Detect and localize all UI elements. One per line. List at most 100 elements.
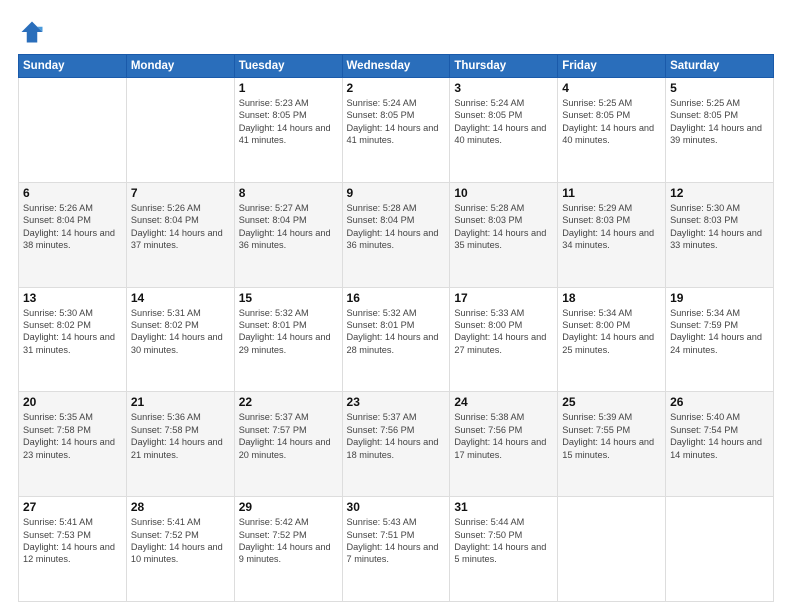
calendar-cell: 11 Sunrise: 5:29 AM Sunset: 8:03 PM Dayli… <box>558 182 666 287</box>
calendar-cell: 8 Sunrise: 5:27 AM Sunset: 8:04 PM Daylig… <box>234 182 342 287</box>
day-number: 7 <box>131 186 230 200</box>
day-info: Sunrise: 5:40 AM Sunset: 7:54 PM Dayligh… <box>670 411 769 461</box>
calendar-week-row: 20 Sunrise: 5:35 AM Sunset: 7:58 PM Dayli… <box>19 392 774 497</box>
calendar-cell: 16 Sunrise: 5:32 AM Sunset: 8:01 PM Dayli… <box>342 287 450 392</box>
day-number: 13 <box>23 291 122 305</box>
calendar-week-row: 27 Sunrise: 5:41 AM Sunset: 7:53 PM Dayli… <box>19 497 774 602</box>
day-info: Sunrise: 5:37 AM Sunset: 7:57 PM Dayligh… <box>239 411 338 461</box>
calendar-cell: 29 Sunrise: 5:42 AM Sunset: 7:52 PM Dayli… <box>234 497 342 602</box>
day-info: Sunrise: 5:35 AM Sunset: 7:58 PM Dayligh… <box>23 411 122 461</box>
calendar-cell: 25 Sunrise: 5:39 AM Sunset: 7:55 PM Dayli… <box>558 392 666 497</box>
day-info: Sunrise: 5:32 AM Sunset: 8:01 PM Dayligh… <box>347 307 446 357</box>
calendar-cell: 13 Sunrise: 5:30 AM Sunset: 8:02 PM Dayli… <box>19 287 127 392</box>
day-number: 4 <box>562 81 661 95</box>
weekday-header: Wednesday <box>342 55 450 78</box>
calendar-cell <box>558 497 666 602</box>
day-number: 27 <box>23 500 122 514</box>
calendar-cell: 14Sunrise: 5:31 AM Sunset: 8:02 PM Dayli… <box>126 287 234 392</box>
day-info: Sunrise: 5:42 AM Sunset: 7:52 PM Dayligh… <box>239 516 338 566</box>
day-info: Sunrise: 5:27 AM Sunset: 8:04 PM Dayligh… <box>239 202 338 252</box>
day-number: 6 <box>23 186 122 200</box>
day-info: Sunrise: 5:43 AM Sunset: 7:51 PM Dayligh… <box>347 516 446 566</box>
day-info: Sunrise: 5:25 AM Sunset: 8:05 PM Dayligh… <box>670 97 769 147</box>
calendar-cell: 21Sunrise: 5:36 AM Sunset: 7:58 PM Dayli… <box>126 392 234 497</box>
calendar-cell <box>666 497 774 602</box>
day-number: 8 <box>239 186 338 200</box>
day-info: Sunrise: 5:30 AM Sunset: 8:03 PM Dayligh… <box>670 202 769 252</box>
day-number: 10 <box>454 186 553 200</box>
calendar-cell: 2 Sunrise: 5:24 AM Sunset: 8:05 PM Daylig… <box>342 78 450 183</box>
day-info: Sunrise: 5:37 AM Sunset: 7:56 PM Dayligh… <box>347 411 446 461</box>
calendar-cell: 31 Sunrise: 5:44 AM Sunset: 7:50 PM Dayli… <box>450 497 558 602</box>
day-number: 18 <box>562 291 661 305</box>
weekday-header: Saturday <box>666 55 774 78</box>
day-number: 12 <box>670 186 769 200</box>
day-number: 28 <box>131 500 230 514</box>
day-info: Sunrise: 5:38 AM Sunset: 7:56 PM Dayligh… <box>454 411 553 461</box>
day-info: Sunrise: 5:41 AM Sunset: 7:53 PM Dayligh… <box>23 516 122 566</box>
calendar-cell: 5 Sunrise: 5:25 AM Sunset: 8:05 PM Daylig… <box>666 78 774 183</box>
page: SundayMondayTuesdayWednesdayThursdayFrid… <box>0 0 792 612</box>
calendar-cell: 23 Sunrise: 5:37 AM Sunset: 7:56 PM Dayli… <box>342 392 450 497</box>
day-info: Sunrise: 5:25 AM Sunset: 8:05 PM Dayligh… <box>562 97 661 147</box>
day-number: 14 <box>131 291 230 305</box>
header <box>18 18 774 46</box>
weekday-header: Friday <box>558 55 666 78</box>
day-info: Sunrise: 5:32 AM Sunset: 8:01 PM Dayligh… <box>239 307 338 357</box>
weekday-header: Tuesday <box>234 55 342 78</box>
day-info: Sunrise: 5:33 AM Sunset: 8:00 PM Dayligh… <box>454 307 553 357</box>
day-info: Sunrise: 5:30 AM Sunset: 8:02 PM Dayligh… <box>23 307 122 357</box>
calendar-cell <box>19 78 127 183</box>
calendar-cell: 3Sunrise: 5:24 AM Sunset: 8:05 PM Daylig… <box>450 78 558 183</box>
day-number: 22 <box>239 395 338 409</box>
day-number: 30 <box>347 500 446 514</box>
day-info: Sunrise: 5:28 AM Sunset: 8:04 PM Dayligh… <box>347 202 446 252</box>
day-info: Sunrise: 5:36 AM Sunset: 7:58 PM Dayligh… <box>131 411 230 461</box>
weekday-header-row: SundayMondayTuesdayWednesdayThursdayFrid… <box>19 55 774 78</box>
day-info: Sunrise: 5:24 AM Sunset: 8:05 PM Dayligh… <box>454 97 553 147</box>
calendar-week-row: 13 Sunrise: 5:30 AM Sunset: 8:02 PM Dayli… <box>19 287 774 392</box>
logo <box>18 18 50 46</box>
day-info: Sunrise: 5:34 AM Sunset: 8:00 PM Dayligh… <box>562 307 661 357</box>
calendar-cell: 9Sunrise: 5:28 AM Sunset: 8:04 PM Daylig… <box>342 182 450 287</box>
weekday-header: Thursday <box>450 55 558 78</box>
calendar-cell <box>126 78 234 183</box>
day-number: 23 <box>347 395 446 409</box>
weekday-header: Monday <box>126 55 234 78</box>
day-number: 5 <box>670 81 769 95</box>
day-number: 31 <box>454 500 553 514</box>
day-number: 20 <box>23 395 122 409</box>
day-info: Sunrise: 5:39 AM Sunset: 7:55 PM Dayligh… <box>562 411 661 461</box>
day-number: 26 <box>670 395 769 409</box>
day-info: Sunrise: 5:24 AM Sunset: 8:05 PM Dayligh… <box>347 97 446 147</box>
calendar-cell: 19Sunrise: 5:34 AM Sunset: 7:59 PM Dayli… <box>666 287 774 392</box>
day-number: 17 <box>454 291 553 305</box>
calendar-cell: 27 Sunrise: 5:41 AM Sunset: 7:53 PM Dayli… <box>19 497 127 602</box>
calendar-cell: 20 Sunrise: 5:35 AM Sunset: 7:58 PM Dayli… <box>19 392 127 497</box>
day-number: 15 <box>239 291 338 305</box>
calendar-cell: 17 Sunrise: 5:33 AM Sunset: 8:00 PM Dayli… <box>450 287 558 392</box>
day-info: Sunrise: 5:23 AM Sunset: 8:05 PM Dayligh… <box>239 97 338 147</box>
calendar-cell: 7 Sunrise: 5:26 AM Sunset: 8:04 PM Daylig… <box>126 182 234 287</box>
day-number: 1 <box>239 81 338 95</box>
day-info: Sunrise: 5:44 AM Sunset: 7:50 PM Dayligh… <box>454 516 553 566</box>
day-number: 2 <box>347 81 446 95</box>
calendar-cell: 22 Sunrise: 5:37 AM Sunset: 7:57 PM Dayli… <box>234 392 342 497</box>
day-info: Sunrise: 5:29 AM Sunset: 8:03 PM Dayligh… <box>562 202 661 252</box>
day-number: 29 <box>239 500 338 514</box>
calendar-week-row: 1 Sunrise: 5:23 AM Sunset: 8:05 PM Daylig… <box>19 78 774 183</box>
calendar-cell: 4 Sunrise: 5:25 AM Sunset: 8:05 PM Daylig… <box>558 78 666 183</box>
calendar-table: SundayMondayTuesdayWednesdayThursdayFrid… <box>18 54 774 602</box>
day-info: Sunrise: 5:26 AM Sunset: 8:04 PM Dayligh… <box>131 202 230 252</box>
weekday-header: Sunday <box>19 55 127 78</box>
calendar-cell: 18 Sunrise: 5:34 AM Sunset: 8:00 PM Dayli… <box>558 287 666 392</box>
calendar-cell: 1 Sunrise: 5:23 AM Sunset: 8:05 PM Daylig… <box>234 78 342 183</box>
day-number: 16 <box>347 291 446 305</box>
calendar-cell: 12 Sunrise: 5:30 AM Sunset: 8:03 PM Dayli… <box>666 182 774 287</box>
calendar-week-row: 6 Sunrise: 5:26 AM Sunset: 8:04 PM Daylig… <box>19 182 774 287</box>
day-number: 11 <box>562 186 661 200</box>
day-info: Sunrise: 5:34 AM Sunset: 7:59 PM Dayligh… <box>670 307 769 357</box>
day-number: 24 <box>454 395 553 409</box>
day-number: 25 <box>562 395 661 409</box>
calendar-cell: 15 Sunrise: 5:32 AM Sunset: 8:01 PM Dayli… <box>234 287 342 392</box>
